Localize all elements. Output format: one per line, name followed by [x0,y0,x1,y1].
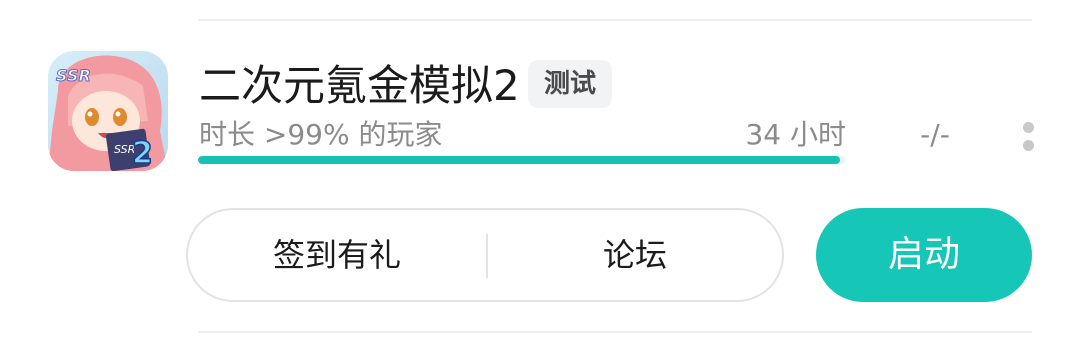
test-tag: 测试 [528,60,612,108]
svg-text:SSR: SSR [56,66,91,85]
action-pill: 签到有礼 论坛 [186,208,784,302]
playtime-progress-fill [198,156,840,164]
playtime-progress [198,156,846,164]
rating-value: -/- [920,118,950,151]
app-title[interactable]: 二次元氪金模拟2 [199,56,520,116]
launch-button[interactable]: 启动 [816,208,1032,302]
app-icon[interactable]: SSR 2 SSR [48,51,168,171]
checkin-button[interactable]: 签到有礼 [188,210,486,300]
forum-button[interactable]: 论坛 [488,210,782,300]
more-options-icon[interactable] [1018,118,1040,158]
anime-ssr-card-icon: SSR 2 SSR [48,51,168,171]
bottom-divider [198,331,1032,333]
top-divider [198,19,1032,21]
svg-text:2: 2 [132,136,153,171]
playtime-stat-label: 时长 >99% 的玩家 [199,118,443,151]
playtime-hours: 34 小时 [745,118,846,151]
